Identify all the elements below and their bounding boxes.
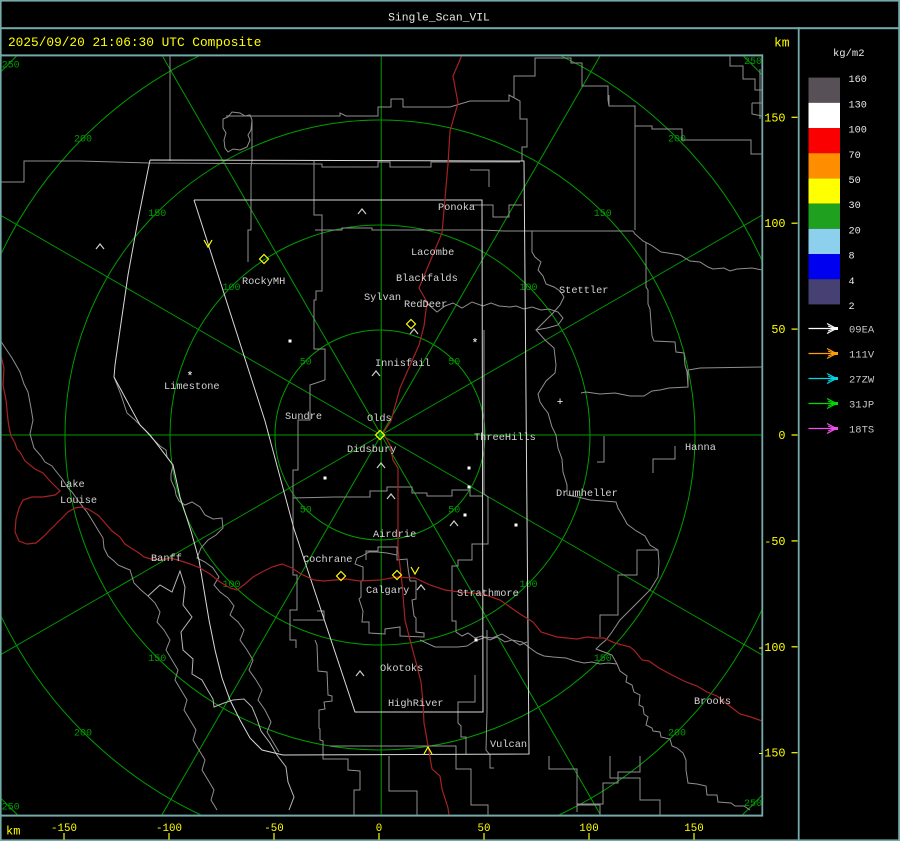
svg-text:Vulcan: Vulcan bbox=[490, 739, 527, 751]
svg-text:200: 200 bbox=[74, 135, 92, 146]
svg-text:Sundre: Sundre bbox=[285, 411, 322, 423]
svg-text:4: 4 bbox=[849, 277, 855, 288]
svg-text:Didsbury: Didsbury bbox=[347, 444, 396, 456]
svg-text:111V: 111V bbox=[849, 350, 875, 362]
svg-text:-150: -150 bbox=[757, 747, 785, 761]
svg-text:RockyMH: RockyMH bbox=[242, 276, 285, 288]
svg-text:160: 160 bbox=[849, 75, 867, 86]
svg-text:250: 250 bbox=[2, 60, 20, 71]
svg-text:HighRiver: HighRiver bbox=[388, 698, 444, 710]
svg-text:250: 250 bbox=[744, 57, 762, 68]
svg-text:Lake: Lake bbox=[60, 479, 85, 491]
svg-text:100: 100 bbox=[849, 126, 867, 137]
svg-text:0: 0 bbox=[778, 429, 785, 443]
svg-text:100: 100 bbox=[222, 283, 240, 294]
svg-text:Blackfalds: Blackfalds bbox=[396, 273, 458, 285]
svg-text:150: 150 bbox=[148, 209, 166, 220]
svg-text:-100: -100 bbox=[757, 641, 785, 655]
svg-text:150: 150 bbox=[148, 654, 166, 665]
svg-text:50: 50 bbox=[771, 323, 785, 337]
svg-text:27ZW: 27ZW bbox=[849, 375, 875, 387]
svg-text:130: 130 bbox=[849, 100, 867, 111]
svg-text:Banff: Banff bbox=[151, 553, 182, 565]
svg-text:Brooks: Brooks bbox=[694, 696, 731, 708]
svg-text:Strathmore: Strathmore bbox=[457, 588, 519, 600]
svg-text:Calgary: Calgary bbox=[366, 585, 409, 597]
svg-text:Stettler: Stettler bbox=[559, 285, 608, 297]
svg-text:2025/09/20 21:06:30 UTC Compos: 2025/09/20 21:06:30 UTC Composite bbox=[8, 35, 261, 50]
svg-text:09EA: 09EA bbox=[849, 325, 875, 337]
svg-text:50: 50 bbox=[448, 357, 460, 368]
svg-text:kg/m2: kg/m2 bbox=[833, 48, 865, 60]
svg-text:250: 250 bbox=[2, 803, 20, 814]
svg-text:150: 150 bbox=[594, 209, 612, 220]
svg-text:ThreeHills: ThreeHills bbox=[474, 432, 536, 444]
svg-text:50: 50 bbox=[448, 506, 460, 517]
svg-text:2: 2 bbox=[849, 302, 855, 313]
svg-text:200: 200 bbox=[668, 729, 686, 740]
svg-text:18TS: 18TS bbox=[849, 425, 874, 437]
svg-text:31JP: 31JP bbox=[849, 400, 874, 412]
svg-text:70: 70 bbox=[849, 151, 861, 162]
svg-text:-50: -50 bbox=[764, 535, 785, 549]
svg-text:Cochrane: Cochrane bbox=[303, 554, 352, 566]
svg-text:100: 100 bbox=[764, 217, 785, 231]
svg-text:100: 100 bbox=[519, 283, 537, 294]
svg-text:30: 30 bbox=[849, 201, 861, 212]
svg-text:Okotoks: Okotoks bbox=[380, 663, 423, 675]
svg-text:150: 150 bbox=[764, 111, 785, 125]
svg-text:8: 8 bbox=[849, 252, 855, 263]
svg-text:50: 50 bbox=[300, 357, 312, 368]
svg-text:+: + bbox=[557, 397, 564, 409]
svg-text:50: 50 bbox=[300, 506, 312, 517]
svg-text:Drumheller: Drumheller bbox=[556, 488, 618, 500]
svg-text:km: km bbox=[774, 36, 790, 51]
svg-text:Lacombe: Lacombe bbox=[411, 247, 454, 259]
svg-text:Innisfail: Innisfail bbox=[375, 358, 431, 370]
svg-text:200: 200 bbox=[74, 729, 92, 740]
svg-text:RedDeer: RedDeer bbox=[404, 299, 447, 311]
svg-text:Airdrie: Airdrie bbox=[373, 529, 416, 541]
svg-text:Ponoka: Ponoka bbox=[438, 202, 475, 214]
svg-text:Olds: Olds bbox=[367, 413, 392, 425]
svg-text:km: km bbox=[6, 825, 20, 839]
svg-text:*: * bbox=[471, 337, 478, 351]
svg-text:100: 100 bbox=[519, 580, 537, 591]
svg-text:50: 50 bbox=[849, 176, 861, 187]
svg-text:Single_Scan_VIL: Single_Scan_VIL bbox=[388, 13, 490, 25]
svg-text:20: 20 bbox=[849, 226, 861, 237]
svg-text:Hanna: Hanna bbox=[685, 442, 716, 454]
svg-text:Sylvan: Sylvan bbox=[364, 292, 401, 304]
svg-text:Louise: Louise bbox=[60, 495, 97, 507]
svg-text:*: * bbox=[186, 370, 193, 384]
